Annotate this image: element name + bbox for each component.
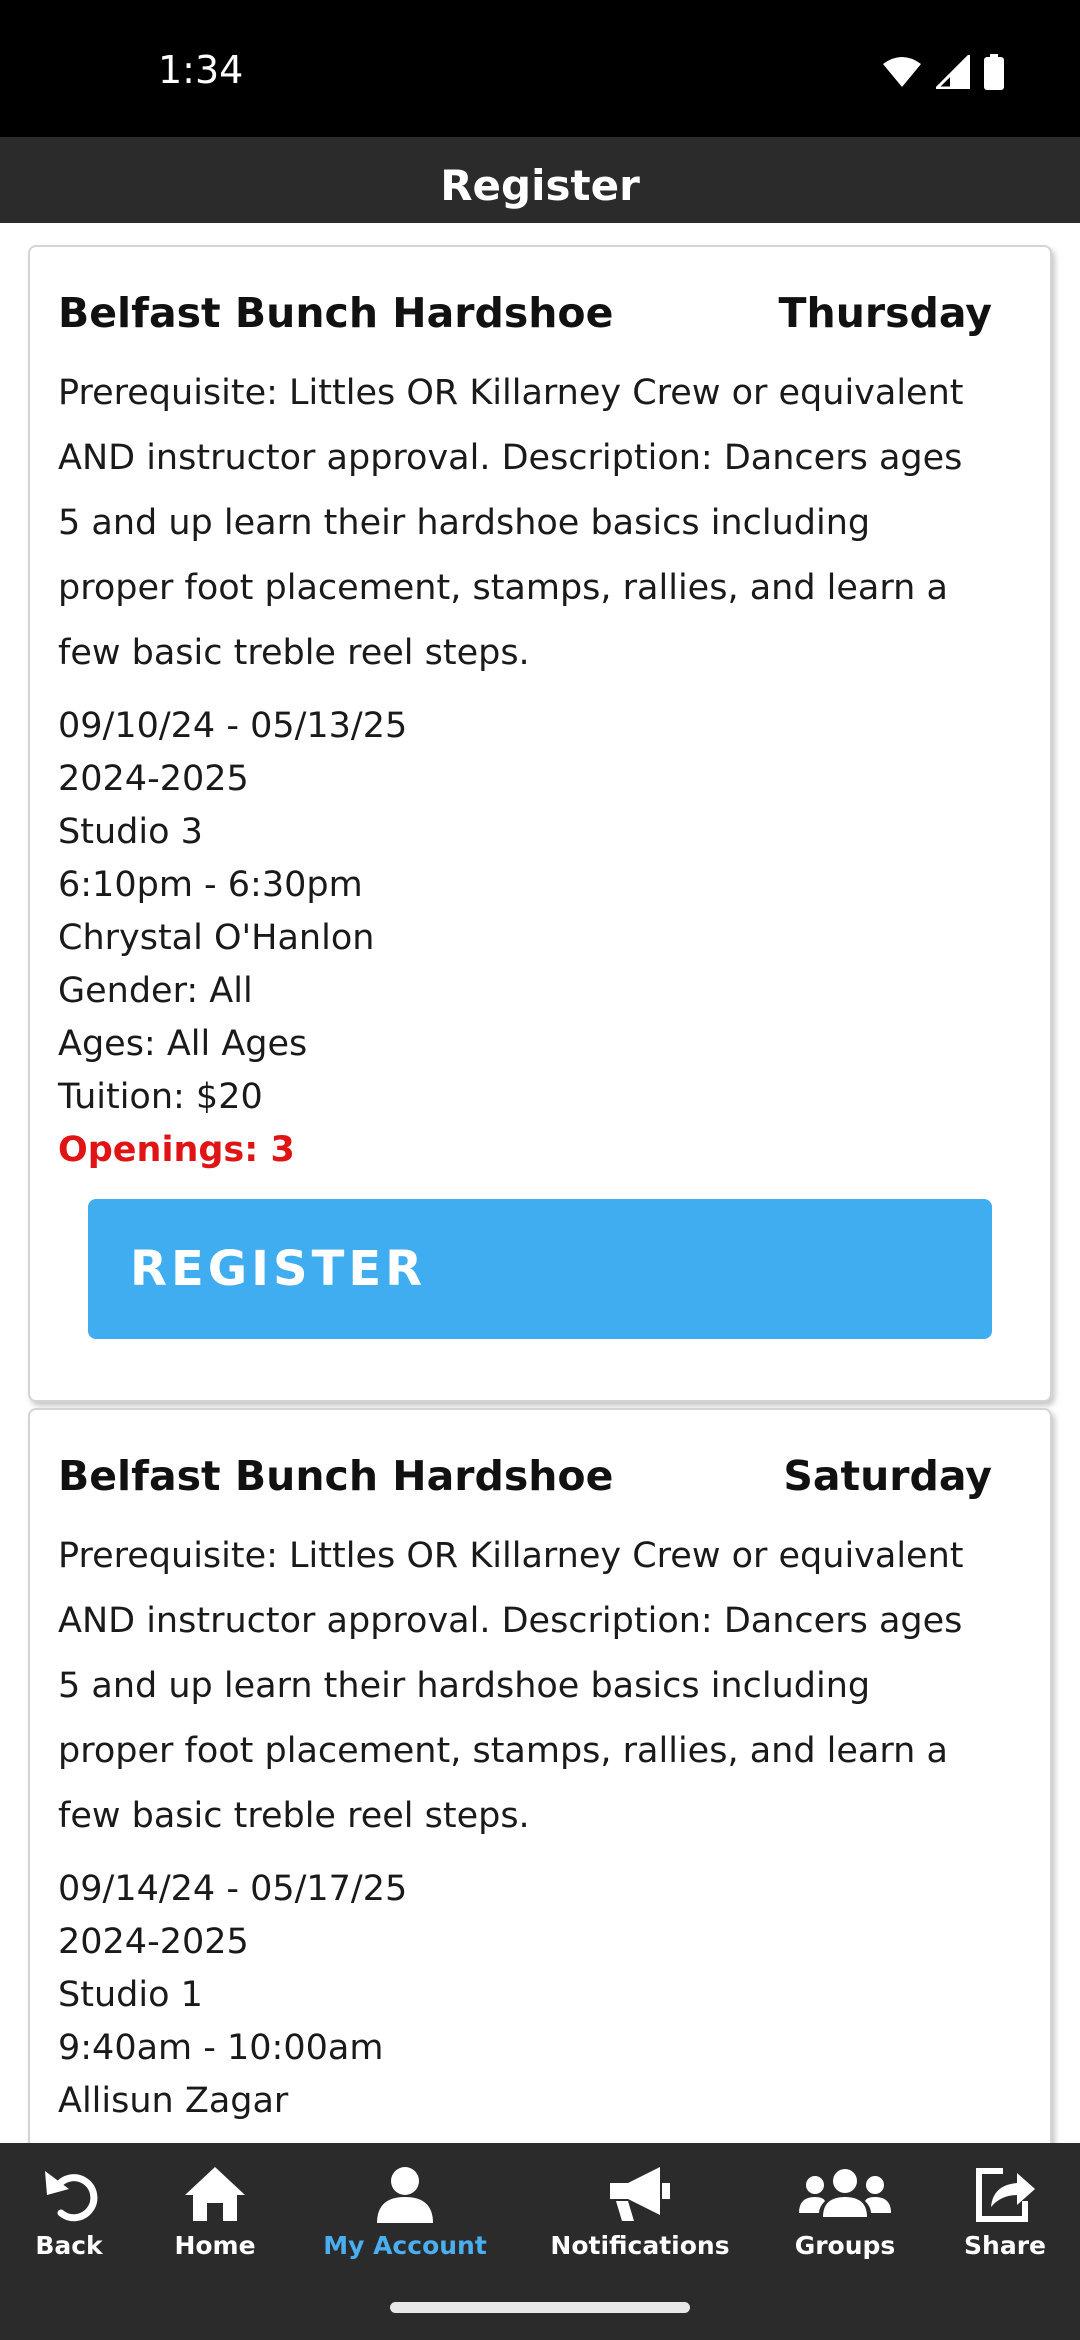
battery-icon xyxy=(984,54,1004,95)
nav-label: Back xyxy=(35,2231,103,2260)
card-header: Belfast Bunch Hardshoe Thursday xyxy=(58,285,992,341)
class-list[interactable]: Belfast Bunch Hardshoe Thursday Prerequi… xyxy=(0,223,1080,2143)
share-icon xyxy=(973,2163,1037,2225)
class-card: Belfast Bunch Hardshoe Thursday Prerequi… xyxy=(28,245,1052,1402)
status-icons xyxy=(882,52,1004,95)
wifi-icon xyxy=(882,56,922,93)
nav-label: My Account xyxy=(323,2231,487,2260)
nav-notifications[interactable]: Notifications xyxy=(550,2143,730,2273)
megaphone-icon xyxy=(608,2163,672,2225)
nav-label: Home xyxy=(174,2231,256,2260)
nav-groups[interactable]: Groups xyxy=(790,2143,900,2273)
class-details: 09/10/24 - 05/13/25 2024-2025 Studio 3 6… xyxy=(58,700,992,1177)
class-dates: 09/10/24 - 05/13/25 xyxy=(58,706,408,746)
class-day: Thursday xyxy=(778,289,992,337)
home-gesture-bar[interactable] xyxy=(390,2302,690,2313)
class-location: Studio 3 xyxy=(58,812,203,852)
class-time: 6:10pm - 6:30pm xyxy=(58,865,363,905)
nav-label: Groups xyxy=(794,2231,896,2260)
nav-label: Share xyxy=(964,2231,1046,2260)
class-season: 2024-2025 xyxy=(58,759,249,799)
class-description: Prerequisite: Littles OR Killarney Crew … xyxy=(58,1536,964,1836)
class-tuition: Tuition: $20 xyxy=(58,1077,263,1117)
class-location: Studio 1 xyxy=(58,1975,203,2015)
nav-back[interactable]: Back xyxy=(10,2143,128,2273)
class-name: Belfast Bunch Hardshoe xyxy=(58,1452,614,1500)
signal-icon xyxy=(933,52,971,94)
class-name: Belfast Bunch Hardshoe xyxy=(58,289,614,337)
class-day: Saturday xyxy=(783,1452,992,1500)
register-button[interactable]: REGISTER xyxy=(88,1199,992,1339)
class-card: Belfast Bunch Hardshoe Saturday Prerequi… xyxy=(28,1408,1052,2143)
user-icon xyxy=(375,2163,435,2225)
undo-icon xyxy=(39,2163,99,2225)
status-bar: 1:34 xyxy=(0,0,1080,137)
class-gender: Gender: All xyxy=(58,971,253,1011)
class-description: Prerequisite: Littles OR Killarney Crew … xyxy=(58,373,964,673)
nav-label: Notifications xyxy=(550,2231,730,2260)
card-header: Belfast Bunch Hardshoe Saturday xyxy=(58,1448,992,1504)
group-icon xyxy=(799,2163,891,2225)
class-instructor: Chrystal O'Hanlon xyxy=(58,918,375,958)
class-details: 09/14/24 - 05/17/25 2024-2025 Studio 1 9… xyxy=(58,1863,992,2128)
bottom-nav: Back Home My Account Notifications Group… xyxy=(0,2143,1080,2273)
nav-home[interactable]: Home xyxy=(160,2143,270,2273)
class-openings: Openings: 3 xyxy=(58,1130,295,1170)
home-icon xyxy=(183,2163,247,2225)
nav-share[interactable]: Share xyxy=(955,2143,1055,2273)
class-dates: 09/14/24 - 05/17/25 xyxy=(58,1869,408,1909)
class-instructor: Allisun Zagar xyxy=(58,2081,289,2121)
class-ages: Ages: All Ages xyxy=(58,1024,308,1064)
class-time: 9:40am - 10:00am xyxy=(58,2028,384,2068)
nav-my-account[interactable]: My Account xyxy=(315,2143,495,2273)
status-time: 1:34 xyxy=(158,48,244,92)
app-header: Register xyxy=(0,137,1080,223)
page-title: Register xyxy=(440,160,640,210)
class-season: 2024-2025 xyxy=(58,1922,249,1962)
